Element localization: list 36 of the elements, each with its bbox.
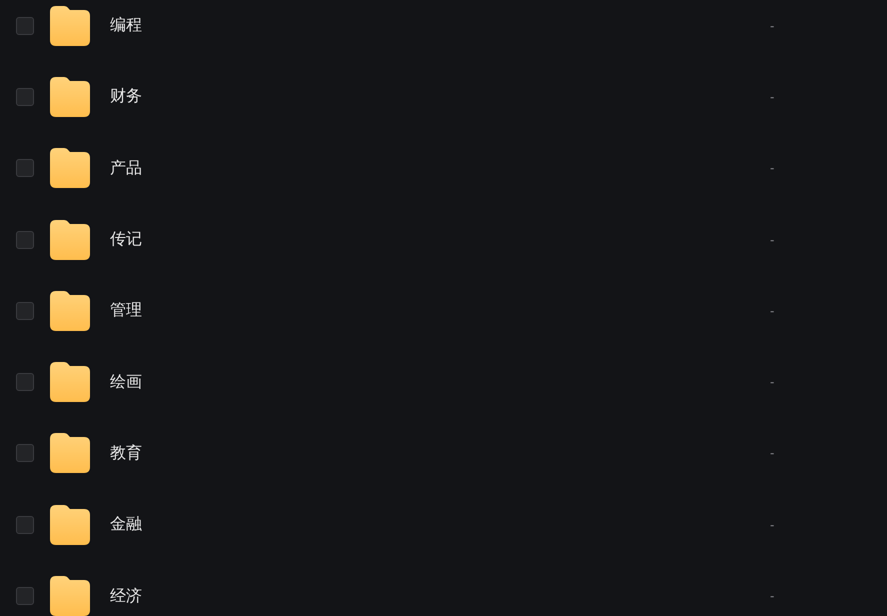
folder-icon [50,220,90,260]
folder-icon [50,576,90,616]
folder-name[interactable]: 经济 [110,586,770,607]
checkbox[interactable] [16,88,34,106]
folder-name[interactable]: 教育 [110,442,770,464]
folder-icon [50,362,90,402]
folder-name[interactable]: 编程 [110,15,770,36]
file-size: - [770,304,774,318]
folder-name[interactable]: 绘画 [110,372,770,393]
folder-icon [50,504,90,545]
file-size: - [770,232,774,247]
file-size: - [770,446,774,460]
folder-icon [50,6,90,46]
folder-icon [50,290,90,331]
checkbox[interactable] [16,302,34,320]
folder-icon [50,433,90,474]
checkbox[interactable] [16,444,34,462]
checkbox[interactable] [16,516,34,534]
checkbox[interactable] [16,230,34,249]
file-size: - [770,90,774,104]
file-size: - [770,589,774,604]
folder-name[interactable]: 产品 [110,158,770,179]
file-size: - [770,18,774,33]
folder-icon [50,148,90,188]
folder-icon [50,76,90,117]
folder-name[interactable]: 管理 [110,300,770,322]
file-size: - [770,161,774,176]
folder-name[interactable]: 传记 [110,229,770,250]
file-size: - [770,518,774,532]
folder-name[interactable]: 财务 [110,86,770,108]
checkbox[interactable] [16,587,34,606]
checkbox[interactable] [16,159,34,178]
folder-name[interactable]: 金融 [110,514,770,536]
checkbox[interactable] [16,16,34,35]
checkbox[interactable] [16,373,34,392]
file-size: - [770,375,774,390]
